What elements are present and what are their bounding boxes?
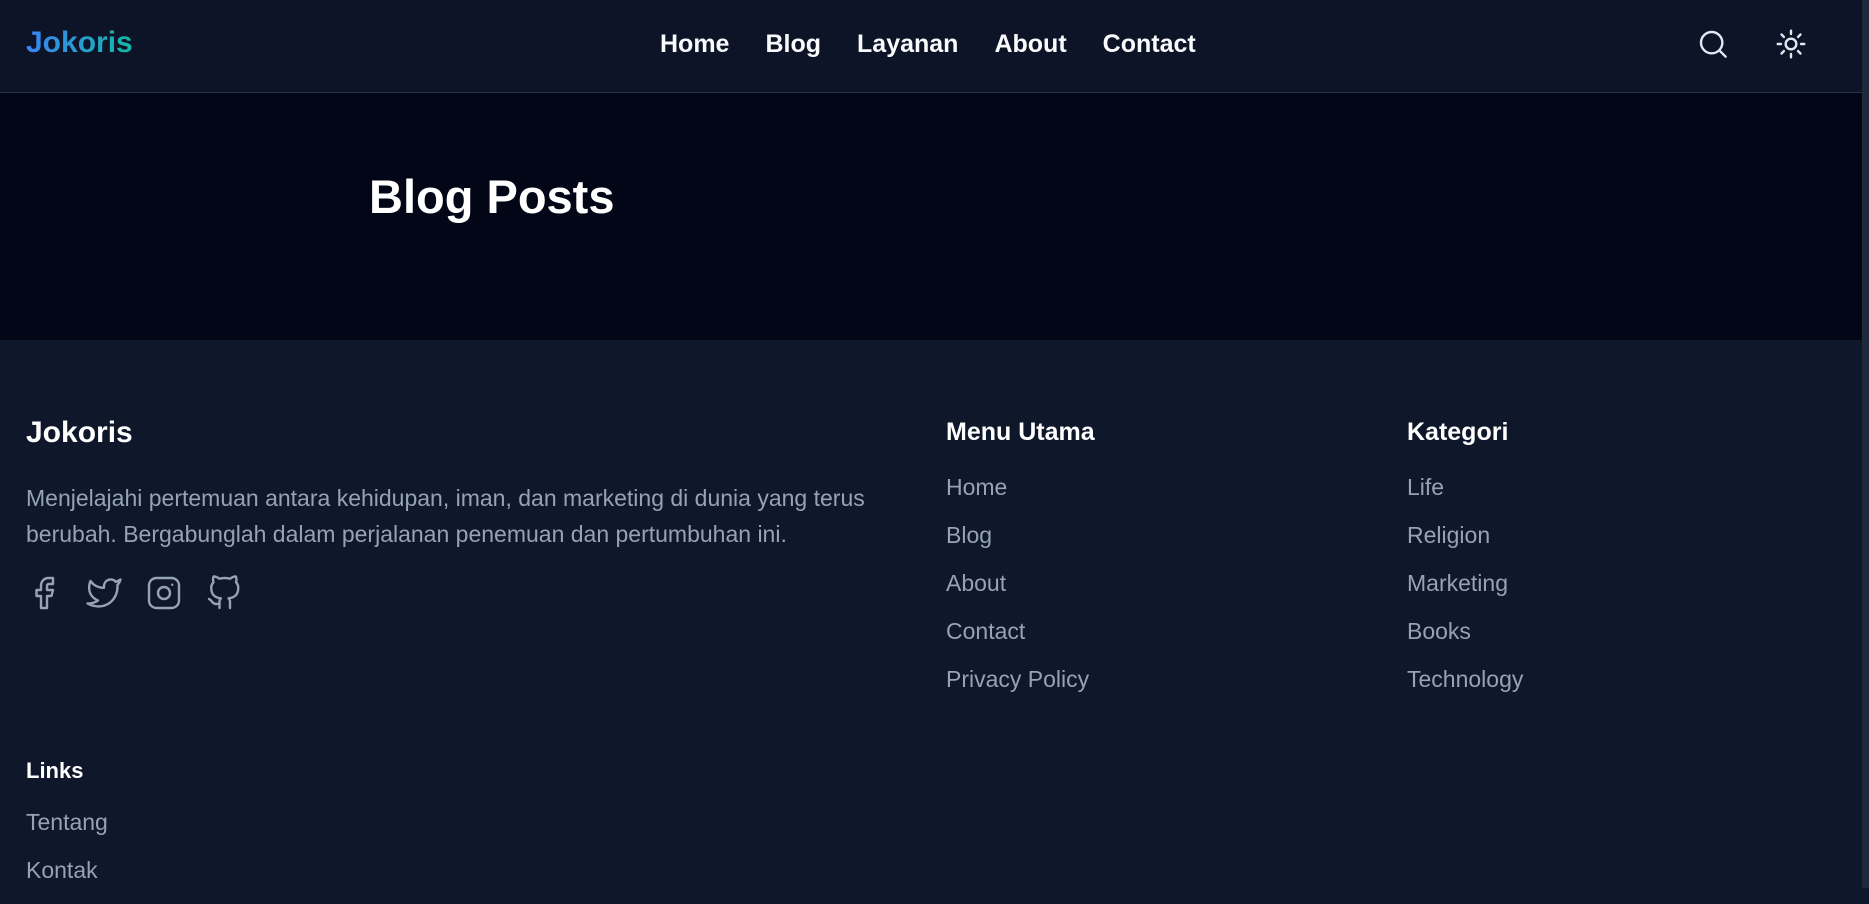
footer-links-column: Links Tentang Kontak — [26, 758, 108, 904]
footer-menu-privacy-policy[interactable]: Privacy Policy — [946, 665, 1095, 713]
link-kontak[interactable]: Kontak — [26, 856, 108, 904]
category-technology[interactable]: Technology — [1407, 665, 1523, 713]
twitter-icon[interactable] — [86, 575, 122, 616]
footer-menu-column: Menu Utama Home Blog About Contact Priva… — [946, 418, 1095, 713]
facebook-icon[interactable] — [26, 575, 62, 616]
footer-menu-about[interactable]: About — [946, 569, 1095, 617]
footer-brand-title: Jokoris — [26, 416, 133, 449]
footer-links-title: Links — [26, 758, 84, 783]
main-nav: Home Blog Layanan About Contact — [660, 30, 1196, 59]
footer-brand-description: Menjelajahi pertemuan antara kehidupan, … — [26, 485, 865, 547]
social-links — [26, 575, 242, 616]
footer-menu-home[interactable]: Home — [946, 473, 1095, 521]
category-life[interactable]: Life — [1407, 473, 1523, 521]
category-religion[interactable]: Religion — [1407, 521, 1523, 569]
sun-icon[interactable] — [1775, 28, 1807, 60]
nav-home[interactable]: Home — [660, 30, 729, 59]
category-marketing[interactable]: Marketing — [1407, 569, 1523, 617]
footer-menu-title: Menu Utama — [946, 418, 1095, 446]
github-icon[interactable] — [206, 575, 242, 616]
site-header: Jokoris Home Blog Layanan About Contact — [0, 0, 1862, 93]
category-books[interactable]: Books — [1407, 617, 1523, 665]
nav-about[interactable]: About — [994, 30, 1066, 59]
site-logo[interactable]: Jokoris — [26, 26, 133, 60]
link-tentang[interactable]: Tentang — [26, 808, 108, 856]
page-hero: Blog Posts — [0, 93, 1862, 340]
site-footer: Jokoris Menjelajahi pertemuan antara keh… — [0, 340, 1862, 888]
nav-blog[interactable]: Blog — [765, 30, 821, 59]
footer-menu-blog[interactable]: Blog — [946, 521, 1095, 569]
page-title: Blog Posts — [369, 170, 615, 223]
instagram-icon[interactable] — [146, 575, 182, 616]
footer-category-column: Kategori Life Religion Marketing Books T… — [1407, 418, 1523, 713]
footer-category-title: Kategori — [1407, 418, 1509, 446]
footer-menu-contact[interactable]: Contact — [946, 617, 1095, 665]
nav-layanan[interactable]: Layanan — [857, 30, 958, 59]
page-scrollbar[interactable] — [1862, 0, 1869, 888]
nav-contact[interactable]: Contact — [1103, 30, 1196, 59]
search-icon[interactable] — [1697, 28, 1729, 60]
